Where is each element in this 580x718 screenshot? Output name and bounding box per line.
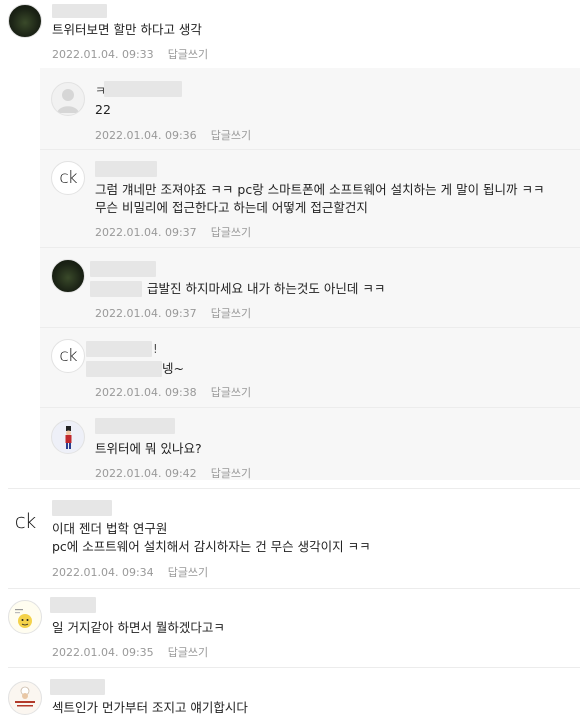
divider [40, 407, 580, 408]
comment-text: 급발진 하지마세요 내가 하는것도 아닌데 ㅋㅋ [147, 281, 386, 296]
comment-date: 2022.01.04. 09:38 [95, 386, 197, 399]
avatar[interactable]: ck [8, 504, 42, 538]
comment-meta: 2022.01.04. 09:37 답글쓰기 [95, 305, 251, 321]
comment-meta: 2022.01.04. 09:38 답글쓰기 [95, 384, 251, 400]
author-name-mention[interactable] [86, 361, 162, 377]
avatar[interactable]: ck [51, 161, 85, 195]
comment-text: 일 거지같아 하면서 뭘하겠다고ㅋ [52, 620, 225, 635]
author-suffix: ! [153, 342, 158, 356]
comment-text-line-2: 무슨 비밀리에 접근한다고 하는데 어떻게 접근할건지 [95, 200, 368, 215]
cartoon-character-icon [15, 609, 32, 628]
avatar[interactable] [8, 681, 42, 715]
comment-meta: 2022.01.04. 09:35 답글쓰기 [52, 644, 208, 660]
comment-text: 트위터에 뭐 있나요? [95, 441, 202, 456]
comment-text: 22 [95, 102, 111, 117]
comment-date: 2022.01.04. 09:35 [52, 646, 154, 659]
comment-text-line-1: 그럼 걔네만 조져야죠 ㅋㅋ pc랑 스마트폰에 소프트웨어 설치하는 게 말이… [95, 182, 545, 197]
author-name[interactable] [52, 500, 112, 516]
author-name[interactable] [86, 341, 152, 357]
avatar[interactable]: ck [51, 339, 85, 373]
author-name[interactable] [52, 4, 107, 18]
divider [8, 667, 580, 668]
comment-meta: 2022.01.04. 09:33 답글쓰기 [52, 46, 208, 62]
reply-button[interactable]: 답글쓰기 [168, 566, 208, 579]
author-name[interactable] [95, 161, 157, 177]
brand-logo: ck [59, 345, 77, 366]
divider [8, 588, 580, 589]
author-name[interactable] [95, 418, 175, 434]
author-name[interactable] [104, 81, 182, 97]
comment-text: 넹~ [162, 361, 184, 376]
author-name-mention[interactable] [90, 281, 142, 297]
comment-date: 2022.01.04. 09:36 [95, 129, 197, 142]
comment-text: 트위터보면 할만 하다고 생각 [52, 22, 202, 37]
comment-text: 섹트인가 먼가부터 조지고 얘기합시다 [52, 700, 248, 715]
author-name[interactable] [50, 679, 105, 695]
comment-date: 2022.01.04. 09:34 [52, 566, 154, 579]
comment-meta: 2022.01.04. 09:36 답글쓰기 [95, 127, 251, 143]
reply-button[interactable]: 답글쓰기 [168, 646, 208, 659]
reply-button[interactable]: 답글쓰기 [211, 226, 251, 239]
reply-button[interactable]: 답글쓰기 [211, 467, 251, 480]
author-name[interactable] [90, 261, 156, 277]
avatar[interactable] [8, 600, 42, 634]
comment-date: 2022.01.04. 09:42 [95, 467, 197, 480]
chef-logo-icon [15, 686, 35, 707]
avatar[interactable] [51, 420, 85, 454]
comment-text-line-1: 이대 젠더 법학 연구원 [52, 521, 168, 536]
divider [40, 149, 580, 150]
avatar[interactable] [8, 4, 42, 38]
brand-logo: ck [59, 167, 77, 188]
author-name[interactable] [50, 597, 96, 613]
reply-button[interactable]: 답글쓰기 [168, 48, 208, 61]
reply-button[interactable]: 답글쓰기 [211, 129, 251, 142]
comment-date: 2022.01.04. 09:37 [95, 307, 197, 320]
divider [8, 488, 580, 489]
comment-date: 2022.01.04. 09:37 [95, 226, 197, 239]
divider [40, 327, 580, 328]
comment-text-line-2: pc에 소프트웨어 설치해서 감시하자는 건 무슨 생각이지 ㅋㅋ [52, 539, 371, 554]
default-user-icon [57, 89, 79, 113]
brand-logo: ck [14, 509, 37, 533]
divider [40, 247, 580, 248]
comment-meta: 2022.01.04. 09:34 답글쓰기 [52, 564, 208, 580]
comment-meta: 2022.01.04. 09:42 답글쓰기 [95, 465, 251, 481]
comment-meta: 2022.01.04. 09:37 답글쓰기 [95, 224, 251, 240]
avatar[interactable] [51, 82, 85, 116]
nutcracker-figure-icon [65, 426, 72, 449]
avatar[interactable] [51, 259, 85, 293]
comment-date: 2022.01.04. 09:33 [52, 48, 154, 61]
reply-button[interactable]: 답글쓰기 [211, 307, 251, 320]
reply-button[interactable]: 답글쓰기 [211, 386, 251, 399]
